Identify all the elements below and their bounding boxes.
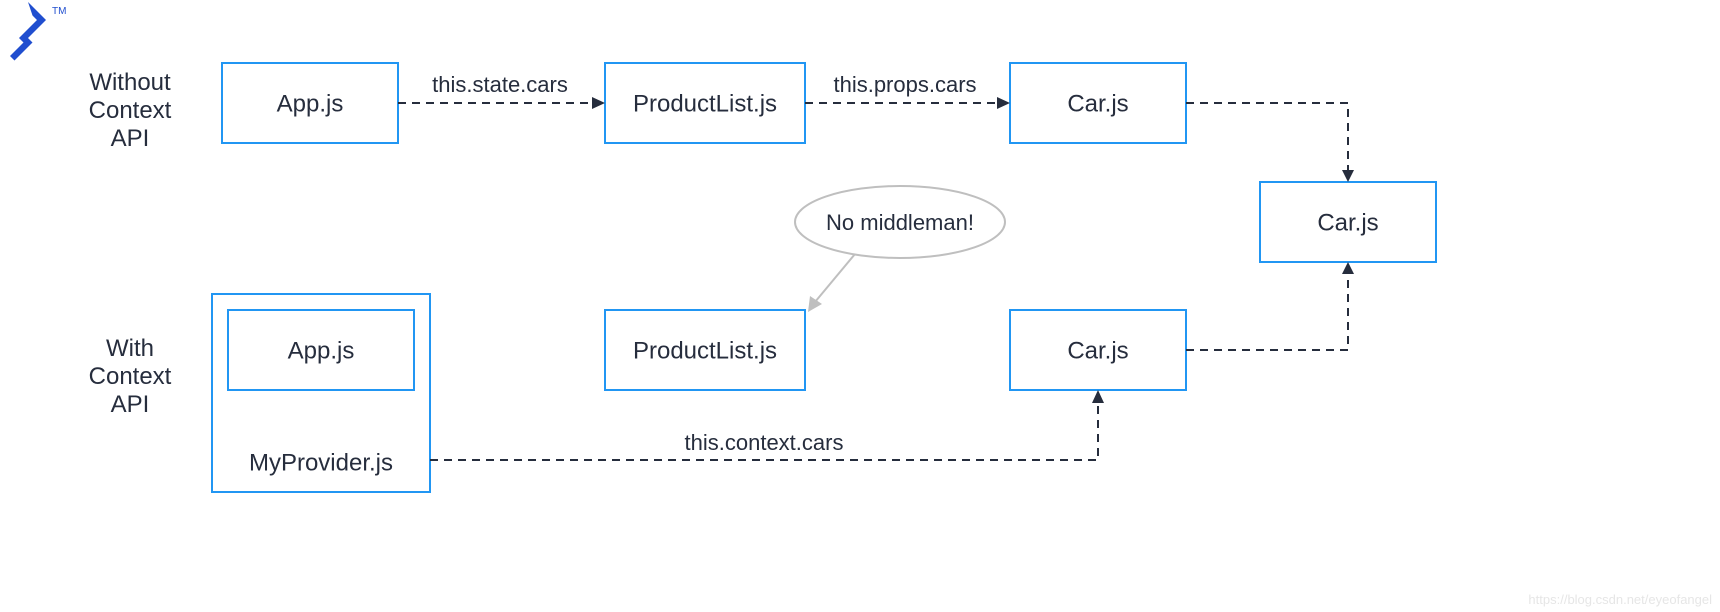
svg-text:Car.js: Car.js <box>1067 90 1128 117</box>
r2-app-box: App.js <box>228 310 414 390</box>
arrow-r2-context: this.context.cars <box>430 390 1104 460</box>
svg-text:App.js: App.js <box>288 337 355 364</box>
shared-car-box: Car.js <box>1260 182 1436 262</box>
r2-car-box: Car.js <box>1010 310 1186 390</box>
arrow-r2-to-shared <box>1186 262 1354 350</box>
r1-productlist-box: ProductList.js <box>605 63 805 143</box>
svg-text:this.context.cars: this.context.cars <box>685 430 844 455</box>
row1-label: Without Context API <box>89 69 172 152</box>
logo-tm: TM <box>52 6 66 17</box>
svg-text:Car.js: Car.js <box>1067 337 1128 364</box>
r1-car-box: Car.js <box>1010 63 1186 143</box>
svg-text:API: API <box>111 391 150 418</box>
svg-text:this.props.cars: this.props.cars <box>833 72 976 97</box>
svg-text:Context: Context <box>89 363 172 390</box>
svg-text:API: API <box>111 125 150 152</box>
svg-text:Context: Context <box>89 97 172 124</box>
watermark: https://blog.csdn.net/eyeofangel <box>1528 592 1712 607</box>
r1-app-box: App.js <box>222 63 398 143</box>
svg-text:Car.js: Car.js <box>1317 209 1378 236</box>
svg-text:App.js: App.js <box>277 90 344 117</box>
svg-text:MyProvider.js: MyProvider.js <box>249 449 393 476</box>
arrow-r1-state: this.state.cars <box>398 72 605 109</box>
svg-text:ProductList.js: ProductList.js <box>633 337 777 364</box>
row2-label: With Context API <box>89 335 172 418</box>
svg-text:No middleman!: No middleman! <box>826 210 974 235</box>
r2-productlist-box: ProductList.js <box>605 310 805 390</box>
arrow-r1-to-shared <box>1186 103 1354 182</box>
diagram-canvas: TM Without Context API App.js ProductLis… <box>0 0 1720 612</box>
svg-text:Without: Without <box>89 69 171 96</box>
svg-text:this.state.cars: this.state.cars <box>432 72 568 97</box>
svg-text:With: With <box>106 335 154 362</box>
callout-no-middleman: No middleman! <box>795 186 1005 312</box>
svg-text:ProductList.js: ProductList.js <box>633 90 777 117</box>
arrow-r1-props: this.props.cars <box>805 72 1010 109</box>
toptal-logo-icon <box>10 2 46 61</box>
